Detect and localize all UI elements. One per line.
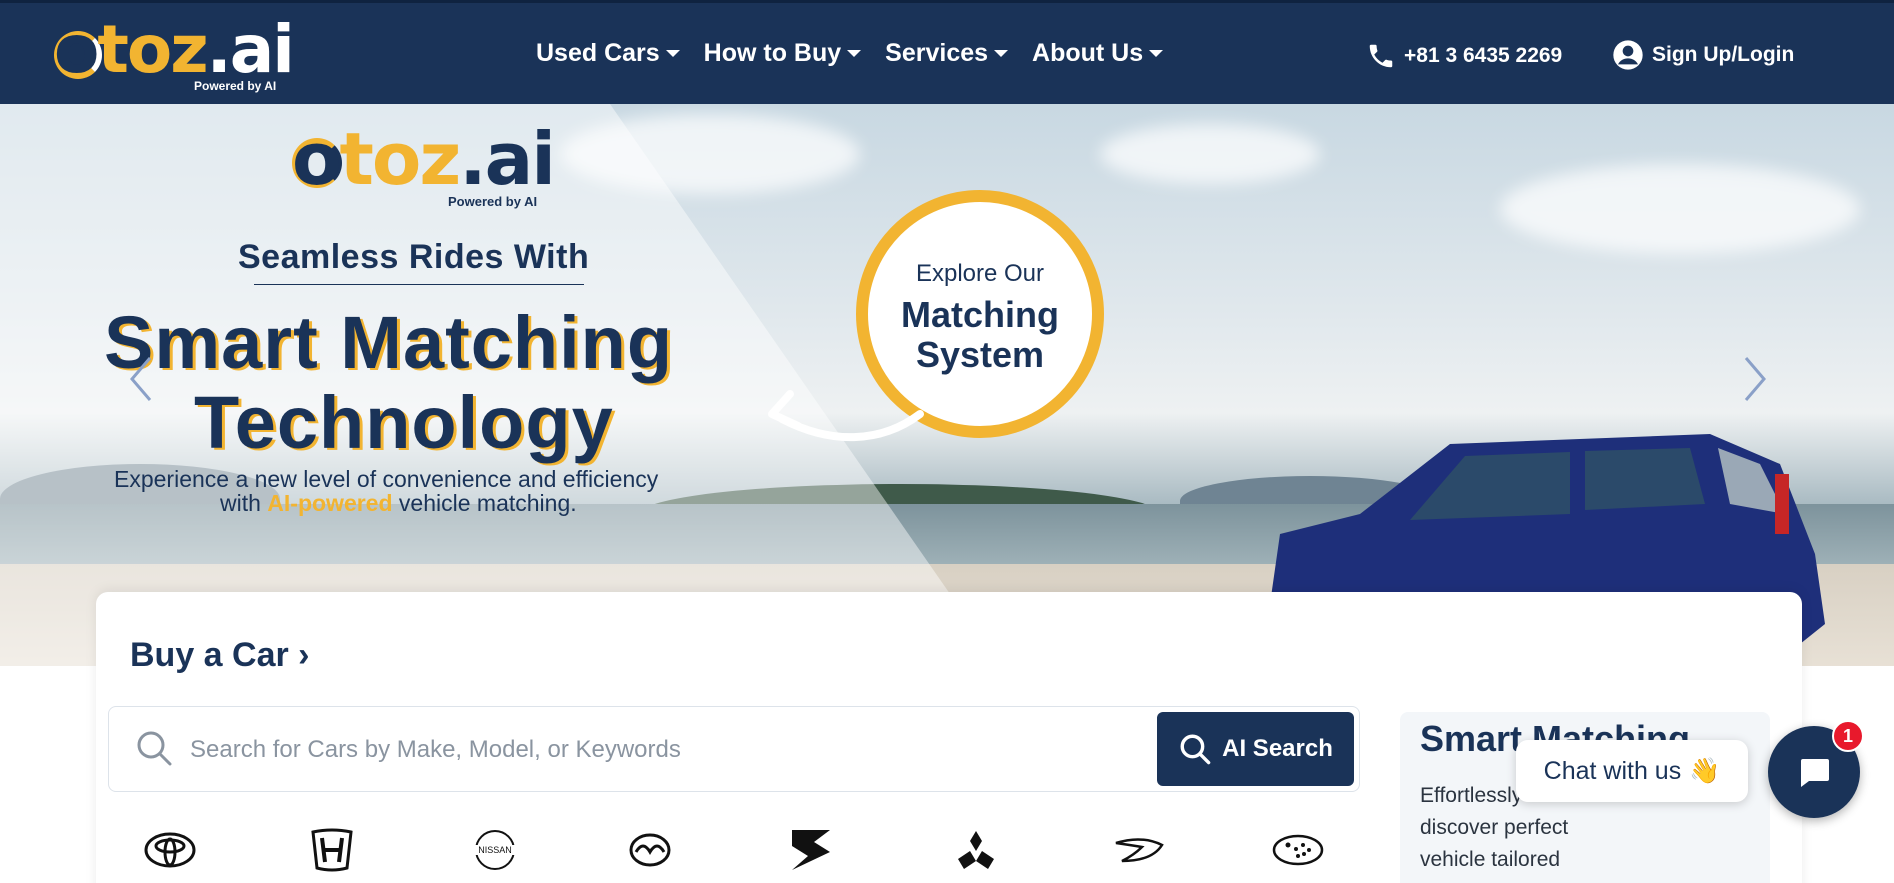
nav-about-us-label: About Us [1032,39,1144,67]
ai-search-button[interactable]: AI Search [1157,712,1354,786]
ai-search-label: AI Search [1222,735,1333,762]
nav-used-cars-label: Used Cars [536,39,660,67]
mazda-logo-icon[interactable] [620,822,680,878]
user-account-icon [1613,40,1643,70]
login-label: Sign Up/Login [1652,43,1795,66]
chat-prompt-text: Chat with us [1543,756,1682,785]
hero-logo-tagline: Powered by AI [448,194,538,209]
phone-link[interactable]: +81 3 6435 2269 [1366,41,1562,71]
phone-number: +81 3 6435 2269 [1404,44,1563,67]
search-icon [137,731,172,766]
waving-hand-icon: 👋 [1689,756,1721,785]
honda-logo-icon[interactable] [302,822,362,878]
nissan-logo-icon[interactable]: NISSAN [460,822,530,878]
hero-logo-wordmark: otoz.ai [292,117,556,201]
main-nav: Used Cars How to Buy Services About Us [536,39,1164,68]
daihatsu-logo-icon[interactable] [1108,822,1168,878]
search-icon [1180,734,1211,765]
brand-logo-row: NISSAN [140,822,1340,882]
hero-headline-2: Technology [194,381,614,464]
nav-how-to-buy-label: How to Buy [703,39,842,67]
nav-services-label: Services [885,39,989,67]
suzuki-logo-icon[interactable] [780,822,840,878]
hero-desc-highlight: AI-powered [267,490,393,516]
nav-services[interactable]: Services [885,39,1009,68]
hero-logo: otoz.ai Powered by AI [292,117,556,209]
explore-main-text-1: Matching [901,294,1059,335]
buy-car-title[interactable]: Buy a Car › [130,636,310,675]
search-input[interactable] [190,730,1130,770]
logo-tagline: Powered by AI [194,79,277,93]
explore-main-text-2: System [915,334,1045,375]
nav-how-to-buy[interactable]: How to Buy [704,39,862,68]
hero-desc-pre: with [220,490,261,516]
mitsubishi-logo-icon[interactable] [946,822,1006,878]
nav-used-cars[interactable]: Used Cars [536,39,680,68]
carousel-prev-icon[interactable] [126,354,156,404]
chevron-down-icon [665,50,680,57]
chat-notification-badge: 1 [1832,720,1864,752]
hero-headline-1: Smart Matching [104,301,674,384]
hero-desc-post: vehicle matching. [398,490,577,516]
chevron-down-icon [994,50,1009,57]
logo-wordmark: otoz.ai [54,11,295,88]
hero-tagline: Seamless Rides With [238,238,590,276]
site-logo[interactable]: otoz.ai Powered by AI [54,11,295,95]
curved-arrow-icon [768,390,924,442]
top-navbar: otoz.ai Powered by AI Used Cars How to B… [0,0,1894,104]
hero-description-2: with AI-powered vehicle matching. [220,490,577,517]
subaru-logo-icon[interactable] [1268,822,1328,878]
carousel-next-icon[interactable] [1740,354,1770,404]
toyota-logo-icon[interactable] [140,822,200,878]
hero-description-1: Experience a new level of convenience an… [114,466,659,492]
login-link[interactable]: Sign Up/Login [1612,39,1794,71]
nav-about-us[interactable]: About Us [1032,39,1164,68]
chevron-down-icon [847,50,862,57]
hero-banner[interactable]: otoz.ai Powered by AI Seamless Rides Wit… [0,104,1894,666]
phone-icon [1369,44,1393,68]
chat-prompt-bubble[interactable]: Chat with us 👋 [1516,740,1748,802]
nissan-wordmark: NISSAN [478,845,512,855]
chat-icon [1801,759,1829,787]
explore-top-text: Explore Our [915,260,1045,287]
hero-divider [254,284,584,285]
chevron-down-icon [1149,50,1164,57]
